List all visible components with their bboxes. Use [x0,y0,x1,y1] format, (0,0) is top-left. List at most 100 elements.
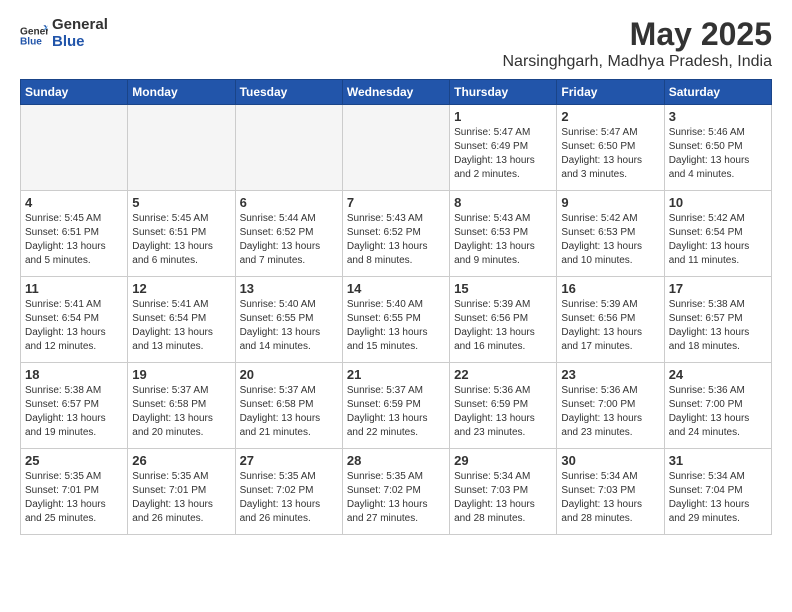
sunset-text: Sunset: 6:58 PM [132,399,206,410]
day-detail: Sunrise: 5:35 AMSunset: 7:01 PMDaylight:… [132,470,230,526]
sunset-text: Sunset: 7:02 PM [240,485,314,496]
sunrise-text: Sunrise: 5:44 AM [240,213,316,224]
sunset-text: Sunset: 6:49 PM [454,141,528,152]
weekday-header-thursday: Thursday [450,80,557,105]
sunset-text: Sunset: 6:59 PM [454,399,528,410]
sunset-text: Sunset: 7:01 PM [25,485,99,496]
sunset-text: Sunset: 6:59 PM [347,399,421,410]
day-cell-21: 21Sunrise: 5:37 AMSunset: 6:59 PMDayligh… [342,363,449,449]
day-detail: Sunrise: 5:45 AMSunset: 6:51 PMDaylight:… [25,212,123,268]
day-detail: Sunrise: 5:40 AMSunset: 6:55 PMDaylight:… [240,298,338,354]
sunrise-text: Sunrise: 5:39 AM [454,299,530,310]
day-number: 9 [561,195,659,210]
day-number: 18 [25,367,123,382]
day-number: 17 [669,281,767,296]
day-detail: Sunrise: 5:41 AMSunset: 6:54 PMDaylight:… [132,298,230,354]
day-detail: Sunrise: 5:41 AMSunset: 6:54 PMDaylight:… [25,298,123,354]
day-cell-23: 23Sunrise: 5:36 AMSunset: 7:00 PMDayligh… [557,363,664,449]
day-cell-30: 30Sunrise: 5:34 AMSunset: 7:03 PMDayligh… [557,449,664,535]
daylight-text: Daylight: 13 hours and 17 minutes. [561,327,642,352]
day-detail: Sunrise: 5:45 AMSunset: 6:51 PMDaylight:… [132,212,230,268]
logo-icon: General Blue [20,19,48,47]
day-cell-3: 3Sunrise: 5:46 AMSunset: 6:50 PMDaylight… [664,105,771,191]
day-cell-11: 11 Sunrise: 5:41 AMSunset: 6:54 PMDayligh… [21,277,128,363]
sunset-text: Sunset: 6:56 PM [561,313,635,324]
day-detail: Sunrise: 5:37 AMSunset: 6:58 PMDaylight:… [240,384,338,440]
day-number: 25 [25,453,123,468]
sunrise-text: Sunrise: 5:34 AM [454,471,530,482]
day-cell-12: 12 Sunrise: 5:41 AMSunset: 6:54 PMDayligh… [128,277,235,363]
week-row-5: 25Sunrise: 5:35 AMSunset: 7:01 PMDayligh… [21,449,772,535]
sunrise-text: Sunrise: 5:40 AM [347,299,423,310]
daylight-text: Daylight: 13 hours and 28 minutes. [561,499,642,524]
day-cell-14: 14Sunrise: 5:40 AMSunset: 6:55 PMDayligh… [342,277,449,363]
day-cell-2: 2Sunrise: 5:47 AMSunset: 6:50 PMDaylight… [557,105,664,191]
day-detail: Sunrise: 5:42 AMSunset: 6:54 PMDaylight:… [669,212,767,268]
calendar-title: May 2025 [503,16,773,53]
day-cell-13: 13Sunrise: 5:40 AMSunset: 6:55 PMDayligh… [235,277,342,363]
daylight-text: Daylight: 13 hours and 13 minutes. [132,327,213,352]
daylight-text: Daylight: 13 hours and 11 minutes. [669,241,750,266]
day-cell-25: 25Sunrise: 5:35 AMSunset: 7:01 PMDayligh… [21,449,128,535]
page-header: General Blue General Blue May 2025 Narsi… [20,16,772,71]
day-detail: Sunrise: 5:43 AMSunset: 6:52 PMDaylight:… [347,212,445,268]
day-cell-6: 6 Sunrise: 5:44 AM Sunset: 6:52 PM Daylight… [235,191,342,277]
sunset-text: Sunset: 6:57 PM [25,399,99,410]
sunset-text: Sunset: 7:01 PM [132,485,206,496]
sunset-text: Sunset: 6:51 PM [25,227,99,238]
daylight-text: Daylight: 13 hours and 18 minutes. [669,327,750,352]
day-number: 1 [454,109,552,124]
day-number: 19 [132,367,230,382]
day-detail: Sunrise: 5:34 AMSunset: 7:03 PMDaylight:… [454,470,552,526]
calendar-table: SundayMondayTuesdayWednesdayThursdayFrid… [20,79,772,535]
sunrise-text: Sunrise: 5:36 AM [454,385,530,396]
daylight-text: Daylight: 13 hours and 4 minutes. [669,155,750,180]
week-row-1: 1Sunrise: 5:47 AMSunset: 6:49 PMDaylight… [21,105,772,191]
day-number: 20 [240,367,338,382]
sunrise-text: Sunrise: 5:40 AM [240,299,316,310]
day-number: 6 [240,195,338,210]
daylight-text: Daylight: 13 hours and 28 minutes. [454,499,535,524]
sunrise-text: Sunrise: 5:37 AM [347,385,423,396]
day-detail: Sunrise: 5:44 AM Sunset: 6:52 PM Daylight:… [240,212,338,268]
daylight-text: Daylight: 13 hours and 26 minutes. [132,499,213,524]
daylight-text: Daylight: 13 hours and 23 minutes. [561,413,642,438]
sunset-text: Sunset: 6:52 PM [347,227,421,238]
day-number: 11 [25,281,123,296]
day-cell-17: 17Sunrise: 5:38 AMSunset: 6:57 PMDayligh… [664,277,771,363]
day-number: 24 [669,367,767,382]
week-row-3: 11 Sunrise: 5:41 AMSunset: 6:54 PMDayligh… [21,277,772,363]
sunrise-text: Sunrise: 5:43 AM [347,213,423,224]
sunrise-text: Sunrise: 5:45 AM [25,213,101,224]
sunrise-text: Sunrise: 5:37 AM [132,385,208,396]
day-cell-8: 8Sunrise: 5:43 AMSunset: 6:53 PMDaylight… [450,191,557,277]
sunset-text: Sunset: 6:53 PM [454,227,528,238]
day-number: 12 [132,281,230,296]
day-cell-26: 26Sunrise: 5:35 AMSunset: 7:01 PMDayligh… [128,449,235,535]
sunrise-text: Sunrise: 5:41 AM [132,299,208,310]
day-detail: Sunrise: 5:36 AMSunset: 7:00 PMDaylight:… [669,384,767,440]
day-cell-31: 31Sunrise: 5:34 AMSunset: 7:04 PMDayligh… [664,449,771,535]
sunrise-text: Sunrise: 5:38 AM [25,385,101,396]
sunset-text: Sunset: 7:02 PM [347,485,421,496]
sunset-text: Sunset: 6:52 PM [240,227,314,238]
weekday-header-sunday: Sunday [21,80,128,105]
day-cell-18: 18 Sunrise: 5:38 AM Sunset: 6:57 PM Dayligh… [21,363,128,449]
day-detail: Sunrise: 5:35 AMSunset: 7:02 PMDaylight:… [347,470,445,526]
sunset-text: Sunset: 6:58 PM [240,399,314,410]
daylight-text: Daylight: 13 hours and 19 minutes. [25,413,106,438]
sunrise-text: Sunrise: 5:34 AM [669,471,745,482]
sunrise-text: Sunrise: 5:35 AM [240,471,316,482]
sunrise-text: Sunrise: 5:37 AM [240,385,316,396]
weekday-header-row: SundayMondayTuesdayWednesdayThursdayFrid… [21,80,772,105]
sunset-text: Sunset: 6:53 PM [561,227,635,238]
sunset-text: Sunset: 7:00 PM [669,399,743,410]
daylight-text: Daylight: 13 hours and 2 minutes. [454,155,535,180]
day-detail: Sunrise: 5:36 AMSunset: 7:00 PMDaylight:… [561,384,659,440]
week-row-2: 4Sunrise: 5:45 AMSunset: 6:51 PMDaylight… [21,191,772,277]
day-cell-1: 1Sunrise: 5:47 AMSunset: 6:49 PMDaylight… [450,105,557,191]
daylight-text: Daylight: 13 hours and 7 minutes. [240,241,321,266]
day-number: 4 [25,195,123,210]
day-cell-empty-0-1 [128,105,235,191]
sunset-text: Sunset: 7:00 PM [561,399,635,410]
